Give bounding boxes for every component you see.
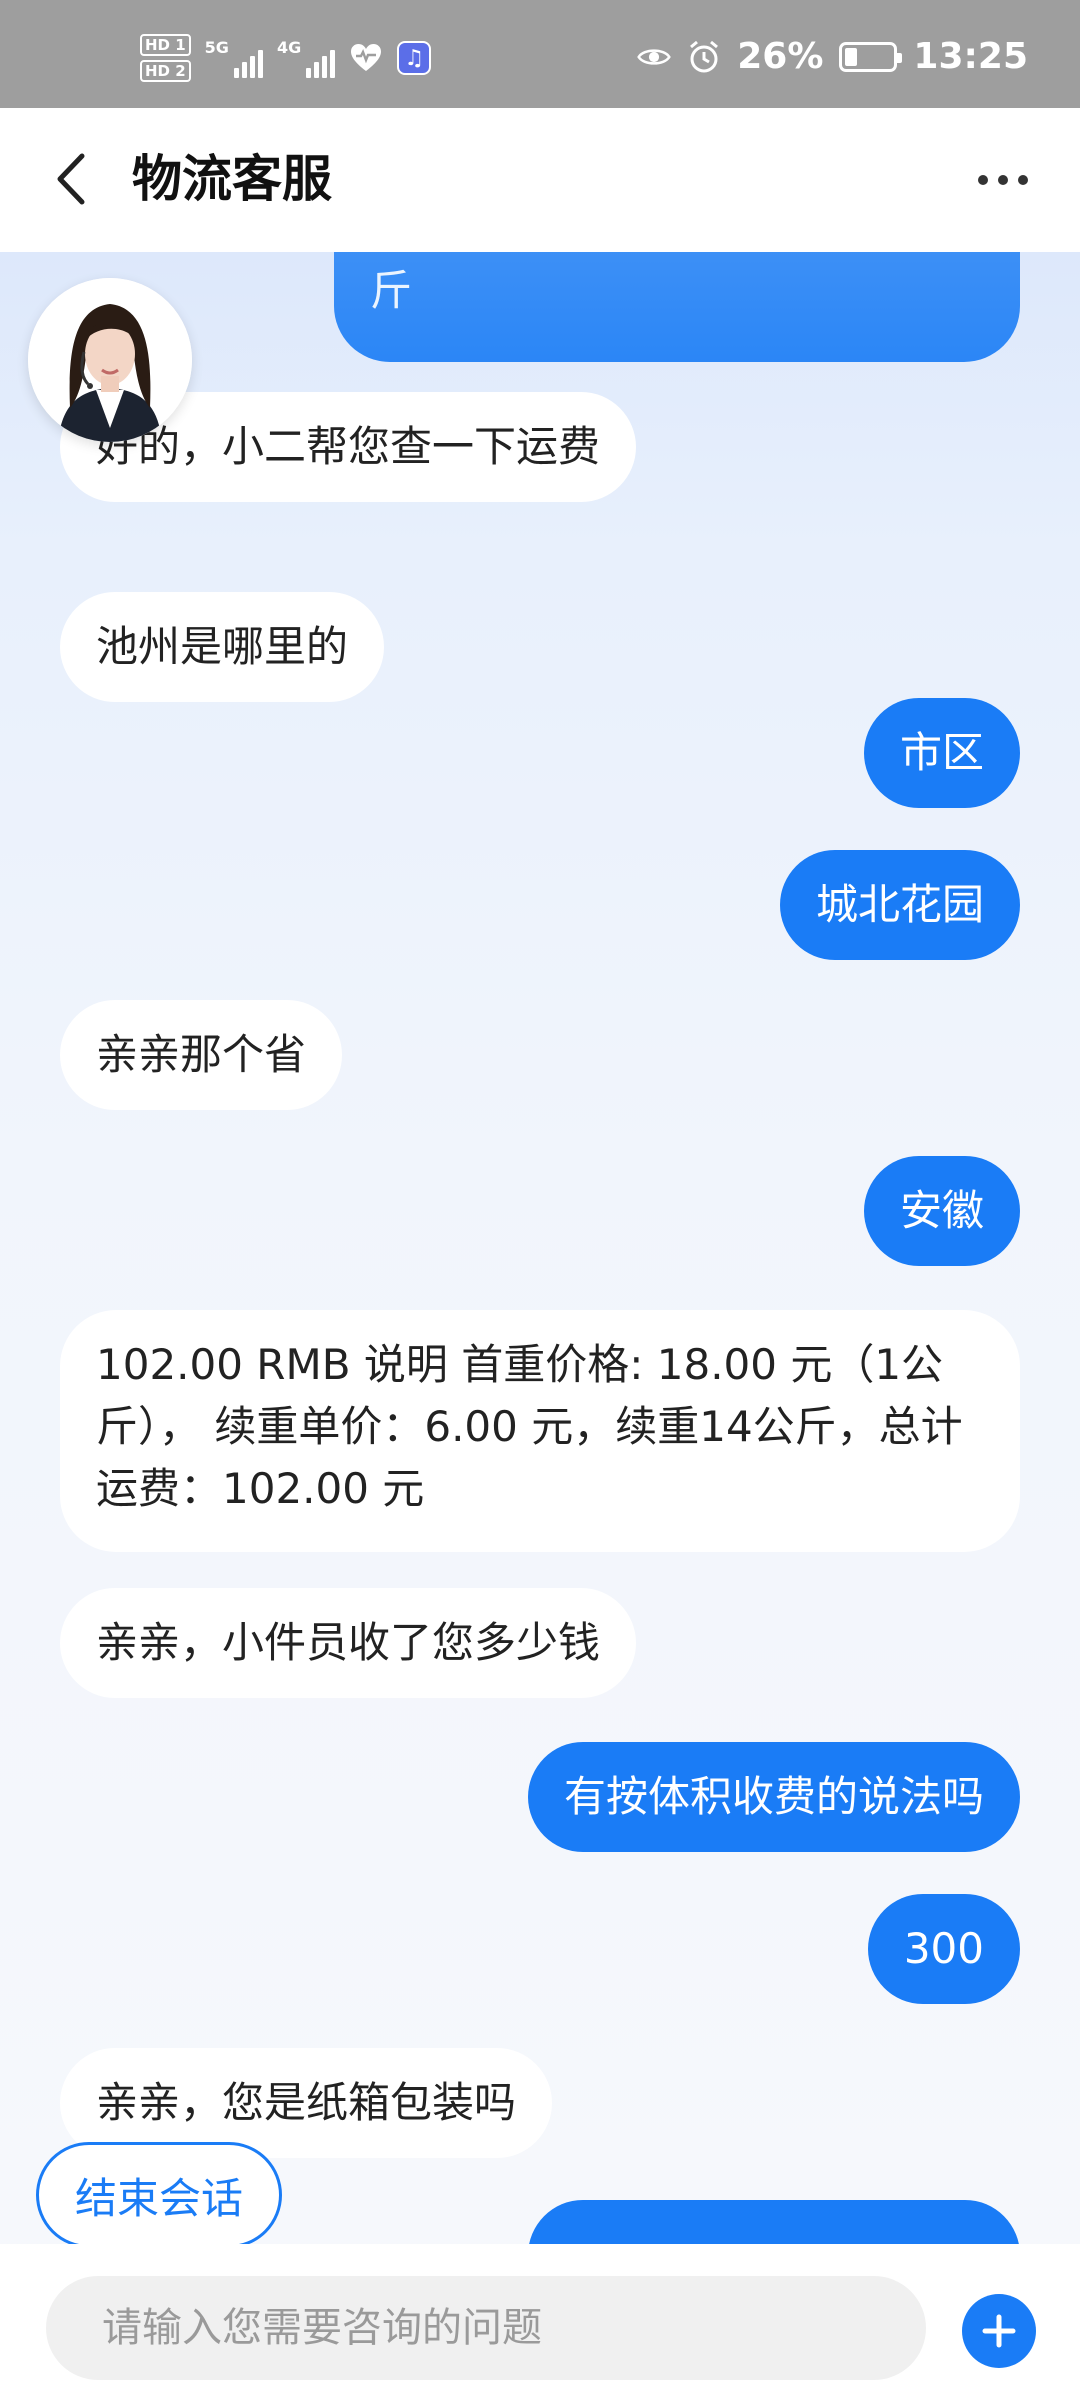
message-bubble-left: 池州是哪里的 (60, 592, 385, 702)
hd-indicators: HD 1 HD 2 (140, 34, 191, 82)
message-text: 市区 (899, 728, 984, 777)
health-heart-icon (349, 41, 383, 75)
hd2-badge: HD 2 (140, 60, 191, 82)
battery-fill (845, 47, 858, 66)
eye-comfort-icon (637, 40, 672, 74)
input-bar (0, 2244, 1080, 2400)
signal-4g-label: 4G (276, 38, 302, 57)
message-bubble-right-partial (528, 2200, 1020, 2244)
message-text: 亲亲那个省 (96, 1030, 307, 1079)
page-title: 物流客服 (132, 150, 332, 208)
message-text: 池州是哪里的 (96, 622, 349, 671)
message-bubble-right: 城北花园 (779, 850, 1020, 960)
status-bar: HD 1 HD 2 5G 4G ♫ 26% 13:25 (0, 0, 1080, 108)
agent-avatar (28, 278, 192, 442)
message-bubble-right: 300 (867, 1894, 1020, 2004)
signal-5g-label: 5G (204, 38, 229, 57)
battery-icon (839, 41, 903, 72)
message-text: 亲亲，小件员收了您多少钱 (96, 1618, 601, 1667)
alarm-icon (687, 40, 721, 74)
end-session-button[interactable]: 结束会话 (36, 2142, 282, 2248)
message-bubble-left: 亲亲，小件员收了您多少钱 (60, 1588, 637, 1698)
signal-5g-icon: 5G (205, 38, 263, 78)
more-horizontal-icon[interactable] (978, 162, 1040, 198)
app-header: 物流客服 (0, 108, 1080, 252)
clock: 13:25 (913, 36, 1028, 77)
status-left: HD 1 HD 2 5G 4G ♫ (140, 34, 432, 82)
signal-4g-icon: 4G (276, 38, 336, 78)
message-bubble-right: 市区 (863, 698, 1020, 808)
message-text: 好的，小二帮您查一下运费 (96, 422, 601, 471)
message-text: 城北花园 (815, 880, 984, 929)
message-bubble-left: 102.00 RMB 说明 首重价格: 18.00 元（1公斤）， 续重单价：6… (60, 1310, 1020, 1552)
message-text: 300 (903, 1924, 984, 1973)
message-text: 有按体积收费的说法吗 (563, 1772, 984, 1821)
message-text: 亲亲，您是纸箱包装吗 (96, 2078, 517, 2127)
battery-percent: 26% (737, 36, 824, 77)
plus-icon[interactable] (962, 2294, 1036, 2368)
question-input[interactable] (46, 2276, 926, 2380)
message-text: 安徽 (899, 1186, 984, 1235)
chevron-left-icon[interactable] (44, 146, 104, 212)
message-bubble-left: 亲亲那个省 (60, 1000, 343, 1110)
chat-area[interactable]: 斤 好的，小二帮您查一下运费 池州是哪里的 市区 城北花园 亲亲那个省 安徽 1… (0, 252, 1080, 2244)
hd1-badge: HD 1 (140, 34, 191, 56)
message-bubble-right: 有按体积收费的说法吗 (527, 1742, 1020, 1852)
message-bubble-right: 安徽 (863, 1156, 1020, 1266)
status-right: 26% 13:25 (637, 36, 1028, 77)
message-bubble-right-partial: 斤 (334, 252, 1020, 362)
message-text: 斤 (370, 266, 413, 315)
message-text: 102.00 RMB 说明 首重价格: 18.00 元（1公斤）， 续重单价：6… (96, 1340, 963, 1513)
music-app-icon: ♫ (397, 41, 432, 75)
